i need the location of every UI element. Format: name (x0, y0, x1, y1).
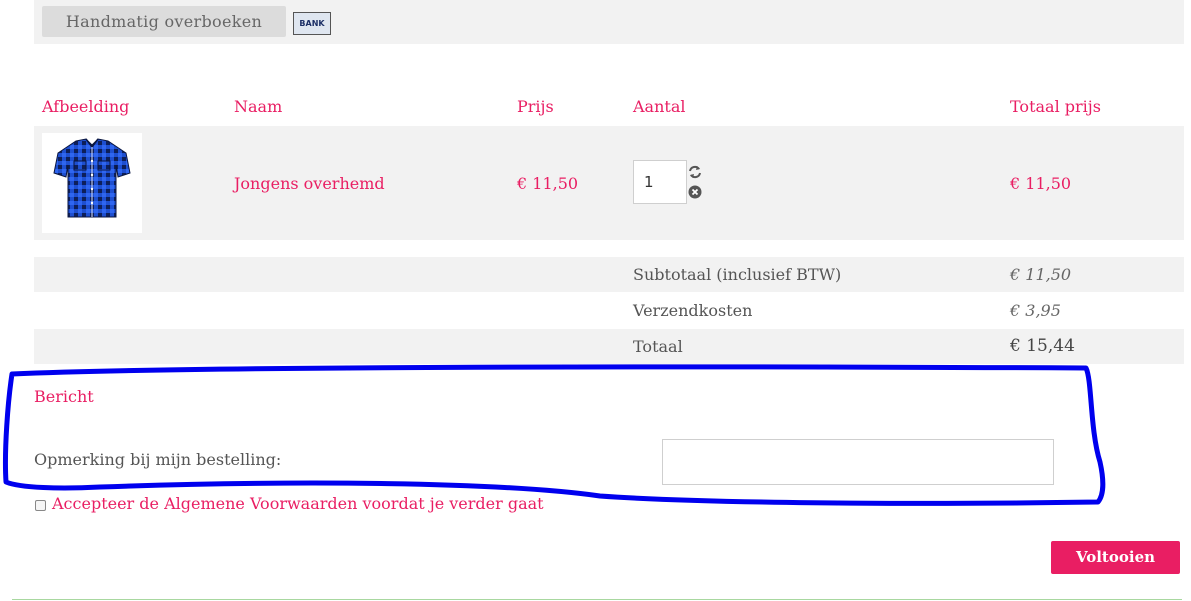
total-row: Totaal € 15,44 (34, 329, 1184, 364)
divider (12, 599, 1182, 600)
header-total-price: Totaal prijs (1010, 97, 1101, 116)
header-quantity: Aantal (633, 97, 686, 116)
subtotal-row: Subtotaal (inclusief BTW) € 11,50 (34, 257, 1184, 292)
finish-button[interactable]: Voltooien (1051, 541, 1180, 574)
shipping-value: € 3,95 (1010, 301, 1061, 320)
subtotal-value: € 11,50 (1010, 265, 1072, 284)
terms-checkbox[interactable] (35, 500, 46, 511)
order-note-input[interactable] (662, 439, 1054, 485)
refresh-icon[interactable] (688, 164, 702, 179)
total-value: € 15,44 (1010, 336, 1075, 356)
quantity-input[interactable]: 1 (633, 160, 687, 204)
header-image: Afbeelding (42, 97, 130, 116)
product-name-link[interactable]: Jongens overhemd (234, 174, 385, 193)
product-image[interactable] (42, 133, 142, 233)
message-title: Bericht (34, 387, 94, 406)
product-price: € 11,50 (517, 174, 579, 193)
shirt-icon (53, 138, 131, 218)
payment-method-bar: Handmatig overboeken BANK (34, 0, 1184, 44)
order-note-label: Opmerking bij mijn bestelling: (34, 450, 282, 469)
table-row: Jongens overhemd € 11,50 1 € 11,50 (34, 126, 1184, 240)
terms-label[interactable]: Accepteer de Algemene Voorwaarden voorda… (52, 494, 544, 513)
header-name: Naam (234, 97, 283, 116)
subtotal-label: Subtotaal (inclusief BTW) (633, 265, 842, 284)
product-total: € 11,50 (1010, 174, 1072, 193)
header-price: Prijs (517, 97, 554, 116)
shipping-label: Verzendkosten (633, 301, 753, 320)
manual-transfer-button[interactable]: Handmatig overboeken (42, 6, 286, 37)
total-label: Totaal (633, 337, 683, 356)
bank-logo-icon: BANK (293, 12, 331, 35)
remove-icon[interactable] (688, 184, 702, 199)
shipping-row: Verzendkosten € 3,95 (34, 293, 1184, 328)
